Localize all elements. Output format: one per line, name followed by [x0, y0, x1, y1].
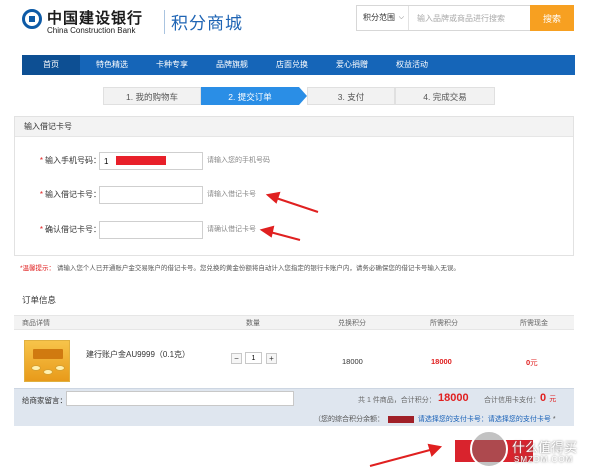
search-scope-label: 积分范围: [363, 13, 395, 22]
summary-total-points: 18000: [438, 392, 469, 404]
summary-cash-label: 合计信用卡支付：: [484, 397, 540, 404]
main-nav: 首页 特色精选 卡种专享 品牌旗舰 店面兑换 爱心捐赠 权益活动: [22, 55, 575, 75]
account-prefix: （您的综合积分余额：: [314, 416, 384, 423]
header: 中国建设银行 China Construction Bank 积分商城 积分范围…: [0, 0, 600, 46]
col-quantity: 数量: [246, 320, 260, 327]
nav-item-charity[interactable]: 爱心捐赠: [324, 55, 380, 75]
header-divider: [164, 10, 165, 34]
card-confirm-row: * 确认借记卡号： 请确认借记卡号: [15, 220, 575, 240]
notice-tip: *温馨提示： 请输入您个人已开通账户金交易账户的借记卡号。您兑换的黄金份额将自动…: [20, 262, 460, 272]
phone-label: * 输入手机号码：: [39, 156, 101, 165]
quantity-decrease-button[interactable]: −: [231, 353, 242, 364]
item-points: 18000: [342, 357, 363, 366]
checkout-steps: 1. 我的购物车 2. 提交订单 3. 支付 4. 完成交易: [103, 87, 495, 105]
col-product: 商品详情: [22, 320, 50, 327]
arrow-submit: [369, 449, 431, 467]
account-suffix: *: [552, 416, 556, 423]
card-confirm-input[interactable]: [99, 221, 203, 239]
item-cash: 0元: [526, 358, 538, 367]
summary-count: 共 1 件商品，合计积分：: [358, 397, 436, 404]
phone-hint: 请输入您的手机号码: [207, 157, 270, 164]
phone-row: *输入手机号码： 请输入您的手机号码: [15, 151, 575, 171]
section-title: 输入借记卡号: [15, 117, 573, 137]
search-input[interactable]: [411, 6, 529, 30]
order-title: 订单信息: [22, 295, 57, 305]
col-cash: 所需现金: [520, 320, 548, 327]
item-required-points: 18000: [431, 357, 452, 366]
card-number-row: * 输入借记卡号： 请输入借记卡号: [15, 185, 575, 205]
ccb-logo-icon[interactable]: [22, 9, 42, 29]
mall-title: 积分商城: [171, 14, 243, 33]
quantity-input[interactable]: [245, 352, 262, 364]
redacted-block: [387, 415, 414, 423]
card-number-hint: 请输入借记卡号: [207, 191, 256, 198]
summary-total-cash: 0 元: [540, 392, 557, 404]
nav-item-home[interactable]: 首页: [22, 55, 80, 75]
step-complete: 4. 完成交易: [395, 87, 495, 105]
step-submit-order: 2. 提交订单: [201, 87, 299, 105]
order-summary: 给商家留言： 共 1 件商品，合计积分： 18000 合计信用卡支付： 0 元 …: [14, 388, 574, 426]
quantity-increase-button[interactable]: +: [266, 353, 277, 364]
gold-plate-shape: [33, 349, 63, 359]
card-number-input[interactable]: [99, 186, 203, 204]
debit-card-section: 输入借记卡号 *输入手机号码： 请输入您的手机号码 *输入借记卡号： 请输入借记…: [14, 116, 574, 256]
account-line: （您的综合积分余额： 请选择您的支付卡号：请选择您的支付卡号 *: [314, 414, 556, 424]
col-required-points: 所需积分: [430, 320, 458, 327]
nav-item-card-exclusive[interactable]: 卡种专享: [144, 55, 200, 75]
smzdm-logo-icon: [470, 430, 508, 468]
step-payment: 3. 支付: [307, 87, 395, 105]
coin-shape: [55, 365, 65, 371]
arrowhead-icon: [427, 443, 443, 457]
card-number-label: * 输入借记卡号：: [39, 190, 101, 199]
nav-item-brand-flagship[interactable]: 品牌旗舰: [204, 55, 260, 75]
coin-shape: [43, 369, 53, 375]
message-input[interactable]: [66, 391, 294, 406]
product-name[interactable]: 建行账户金AU9999（0.1克）: [86, 349, 190, 360]
watermark-cn: 什么值得买: [512, 440, 578, 455]
bank-name-en: China Construction Bank: [47, 26, 136, 35]
tip-label: *温馨提示：: [20, 265, 56, 272]
message-label: 给商家留言：: [22, 396, 67, 405]
search-button[interactable]: 搜索: [530, 5, 574, 31]
nav-item-promotions[interactable]: 权益活动: [384, 55, 440, 75]
select-pay-card-link[interactable]: 请选择您的支付卡号：请选择您的支付卡号: [418, 416, 551, 423]
bank-name-cn: 中国建设银行: [47, 10, 144, 27]
nav-item-featured[interactable]: 特色精选: [84, 55, 140, 75]
coin-shape: [31, 365, 41, 371]
card-confirm-label: * 确认借记卡号：: [39, 225, 101, 234]
card-confirm-hint: 请确认借记卡号: [207, 226, 256, 233]
watermark-en: SMZDM.COM: [514, 455, 574, 464]
chevron-down-icon: ⌵: [398, 14, 404, 21]
search-scope-select[interactable]: 积分范围 ⌵: [357, 6, 409, 30]
step-arrow: [299, 87, 307, 105]
tip-text: 请输入您个人已开通账户金交易账户的借记卡号。您兑换的黄金份额将自动计入您指定的银…: [56, 265, 460, 272]
nav-item-store-exchange[interactable]: 店面兑换: [264, 55, 320, 75]
step-cart: 1. 我的购物车: [103, 87, 201, 105]
redacted-block: [116, 156, 166, 165]
col-points: 兑换积分: [338, 320, 366, 327]
order-table-header: 商品详情 数量 兑换积分 所需积分 所需现金: [14, 315, 574, 330]
product-image[interactable]: [24, 340, 70, 382]
search-bar: 积分范围 ⌵ 搜索: [356, 5, 574, 31]
